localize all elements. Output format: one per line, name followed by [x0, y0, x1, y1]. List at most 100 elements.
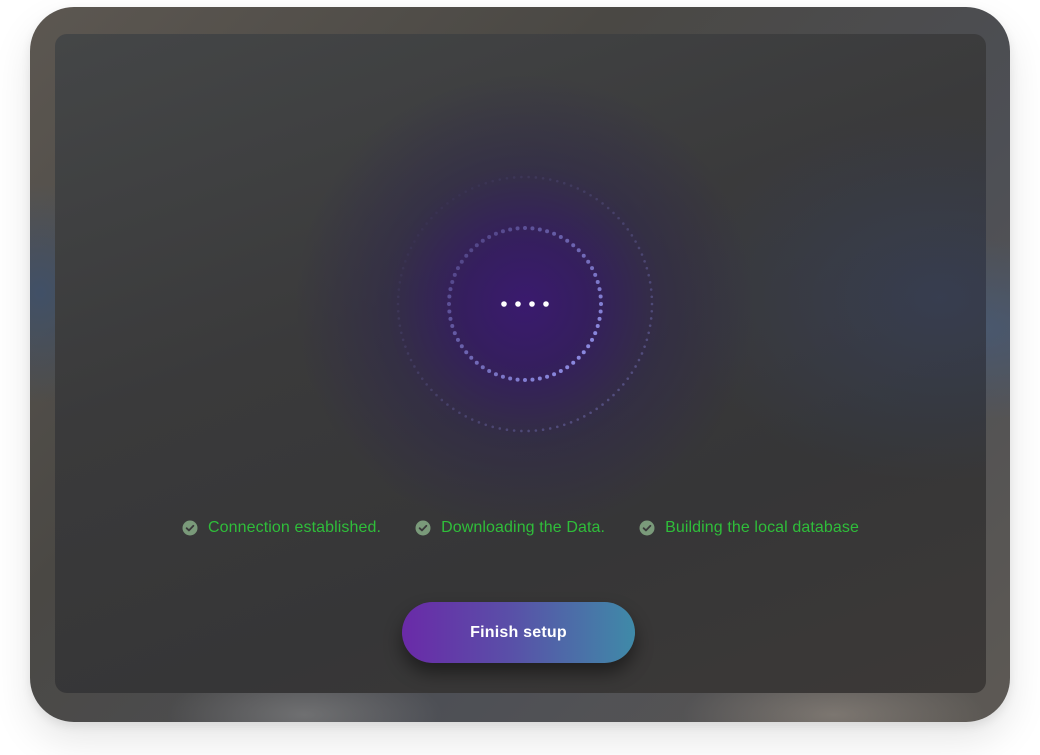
loader-ring-dot	[459, 344, 464, 349]
loader-ring-dot	[430, 388, 433, 392]
loader-ring-dot	[440, 398, 444, 402]
loader-ring-dot	[446, 403, 449, 406]
loader-ring-dot	[576, 248, 581, 253]
loader-ring-dot	[565, 238, 570, 243]
loader-ring-dot	[435, 211, 438, 215]
loader-ring-dot	[480, 238, 485, 243]
loader-ring-dot	[515, 226, 520, 231]
loader-ring-dot	[601, 403, 604, 406]
finish-setup-button[interactable]: Finish setup	[402, 602, 635, 663]
loader-ring-dot	[545, 229, 550, 234]
loader-ring-dot	[491, 179, 495, 183]
loader-ring-dot	[562, 423, 566, 427]
loader-ring-dot	[474, 243, 479, 248]
loader-ring-dot	[425, 383, 428, 386]
loader-ring-dot	[645, 266, 649, 270]
loader-ring-dot	[425, 222, 428, 225]
loader-ring-dot	[520, 175, 523, 179]
loader-ring-dot	[626, 228, 630, 231]
step-label: Connection established.	[207, 519, 382, 536]
loader-center-dot	[501, 301, 507, 307]
loader-ring-dot	[650, 295, 654, 299]
loader-center-dot	[543, 301, 549, 307]
loader-ring-dot	[595, 279, 600, 284]
loader-ring-dot	[589, 193, 592, 197]
loader-ring-dot	[398, 324, 402, 327]
loader-ring-dot	[413, 365, 416, 368]
loader-ring-dot	[569, 184, 573, 187]
loader-ring-dot	[571, 243, 576, 248]
loader-ring-dot	[590, 337, 595, 342]
loader-ring-dot	[458, 193, 461, 197]
loader-ring-dot	[569, 421, 573, 424]
loader-ring-dot	[397, 317, 401, 320]
step-connection: Connection established.	[182, 519, 381, 537]
loader-ring-dot	[416, 234, 420, 237]
loader-ring-dot	[595, 197, 598, 201]
loader-ring-dot	[470, 418, 474, 421]
loader-ring-dot	[576, 187, 580, 190]
loader-ring-dot	[548, 427, 552, 430]
loader-ring-dot	[404, 345, 407, 348]
loader-ring-dot	[505, 428, 509, 432]
loader-center-dot	[529, 301, 535, 307]
loader-ring-dot	[459, 259, 464, 264]
loader-ring-dot	[582, 190, 586, 193]
loader-ring-dot	[552, 231, 557, 236]
loader-ring-dot	[487, 369, 492, 374]
loader-ring-dot	[447, 294, 452, 299]
loader-ring-dot	[493, 372, 498, 377]
loader-ring-dot	[597, 287, 602, 292]
loader-ring-dot	[643, 345, 646, 348]
loader-ring-dot	[598, 294, 603, 299]
loader-ring-dot	[649, 288, 653, 291]
loader-ring-dot	[520, 429, 523, 433]
loader-ring-dot	[452, 197, 455, 201]
loader-ring-dot	[464, 190, 468, 193]
loader-ring-dot	[527, 429, 530, 433]
loader-ring-dot	[469, 248, 474, 253]
loader-ring-dot	[565, 365, 570, 370]
loader-ring-dot	[484, 181, 488, 185]
loader-ring-dot	[617, 216, 620, 220]
loader-ring-dot	[450, 324, 455, 329]
loader-ring-dot	[470, 187, 474, 190]
loader-ring-dot	[452, 272, 457, 277]
loader-ring-dot	[477, 421, 481, 424]
loader-ring-dot	[650, 302, 654, 306]
loader-ring-dot	[398, 281, 402, 284]
loader-ring-dot	[626, 377, 630, 380]
loader-ring-dot	[586, 344, 591, 349]
loader-ring-dot	[555, 425, 559, 429]
loader-ring-dot	[446, 202, 449, 205]
loader-ring-dot	[491, 425, 495, 429]
loader-ring-dot	[599, 302, 603, 306]
loader-ring-dot	[447, 309, 452, 314]
loader-ring-dot	[581, 253, 586, 258]
setup-steps: Connection established. Downloading the …	[55, 519, 986, 537]
loader-ring-dot	[541, 428, 545, 432]
loader-ring-dot	[450, 279, 455, 284]
loader-ring-dot	[508, 376, 513, 381]
loader-ring-dot	[400, 331, 403, 335]
loader-ring-dot	[498, 178, 502, 181]
step-building-database: Building the local database	[639, 519, 859, 537]
loader-ring-dot	[537, 227, 542, 232]
dotted-rings-loader-icon	[396, 175, 654, 433]
loader-ring-dot	[576, 355, 581, 360]
loader-ring-dot	[582, 415, 586, 418]
setup-screen: Connection established. Downloading the …	[55, 34, 986, 693]
loader-ring-dot	[397, 288, 401, 291]
loader-ring-dot	[650, 309, 654, 313]
loader-ring-dot	[400, 273, 403, 277]
loader-ring-dot	[541, 176, 545, 180]
loader-ring-dot	[562, 181, 566, 185]
loader-ring-dot	[480, 365, 485, 370]
loader-ring-dot	[409, 246, 413, 250]
loader-ring-dot	[500, 374, 505, 379]
loader-ring-dot	[537, 376, 542, 381]
loader-ring-dot	[612, 393, 615, 397]
loader-ring-dot	[617, 388, 620, 392]
loader-ring-dot	[593, 331, 598, 336]
loader-ring-dot	[595, 324, 600, 329]
